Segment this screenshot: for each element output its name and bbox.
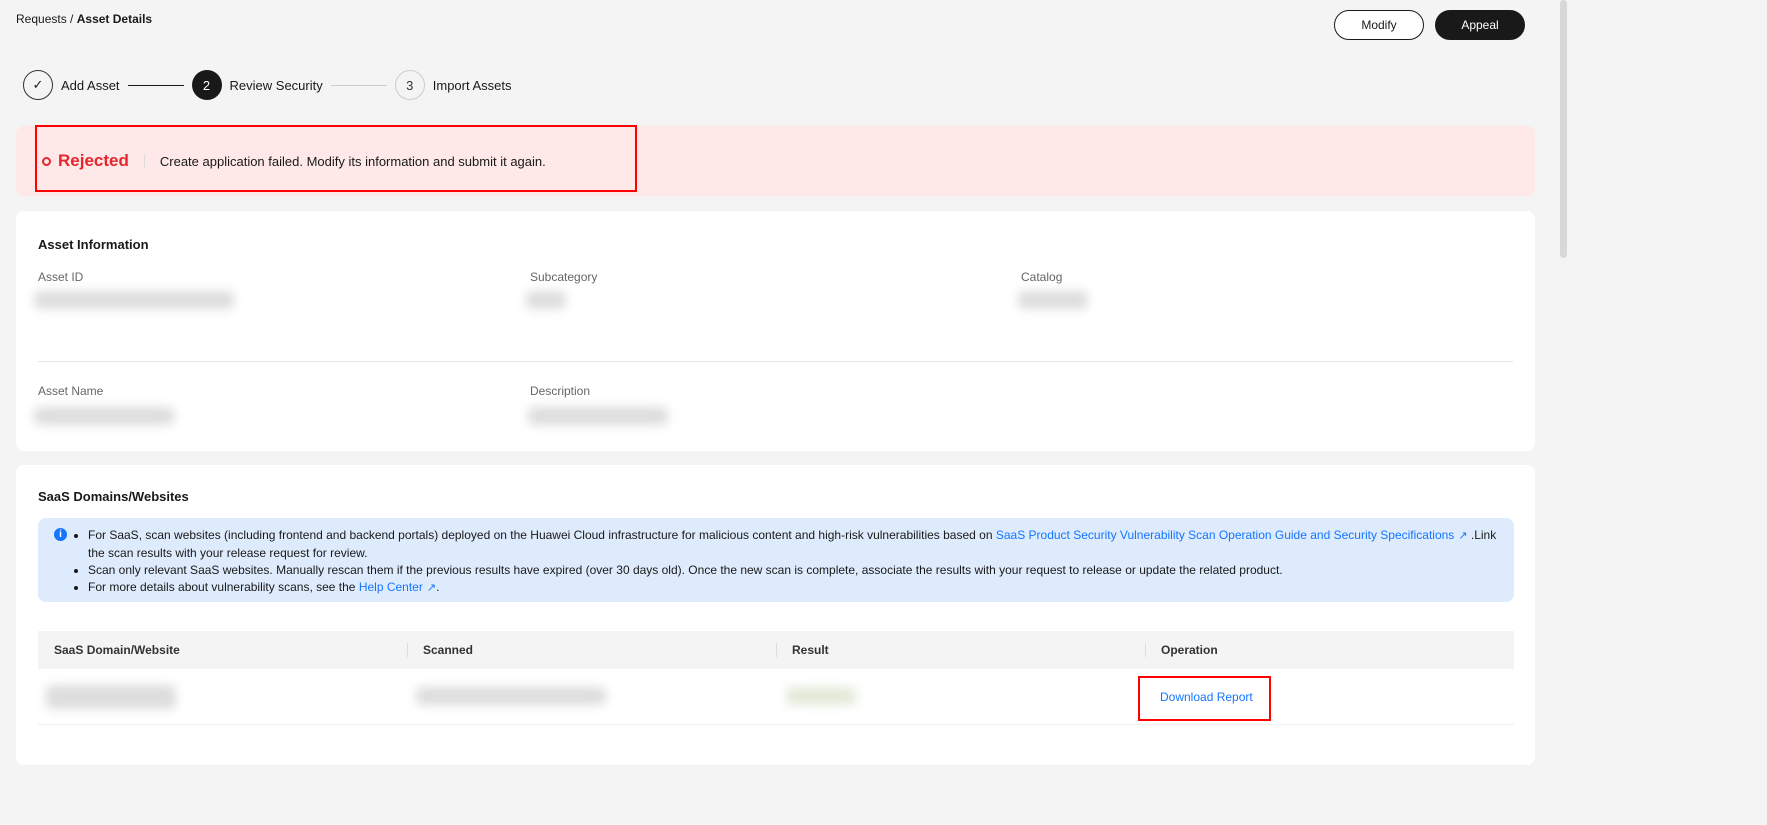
external-link-icon: ↗ xyxy=(426,582,437,594)
divider xyxy=(38,361,1513,362)
table-row: Download Report xyxy=(38,669,1514,725)
step-connector xyxy=(127,84,184,86)
note-item: Scan only relevant SaaS websites. Manual… xyxy=(88,562,1502,579)
breadcrumb-requests-link[interactable]: Requests xyxy=(16,12,67,26)
step-add-asset: Add Asset xyxy=(61,77,120,93)
asset-information-card: Asset Information Asset ID Subcategory C… xyxy=(16,211,1535,451)
scan-guide-link[interactable]: SaaS Product Security Vulnerability Scan… xyxy=(996,528,1454,542)
domain-value xyxy=(46,685,176,709)
asset-name-label: Asset Name xyxy=(38,384,104,398)
note-item: For more details about vulnerability sca… xyxy=(88,579,1502,597)
column-header-operation: Operation xyxy=(1145,643,1514,657)
catalog-value xyxy=(1018,291,1088,309)
scrollbar[interactable] xyxy=(1560,0,1567,258)
catalog-label: Catalog xyxy=(1021,270,1063,284)
section-title: SaaS Domains/Websites xyxy=(38,489,189,504)
breadcrumb: Requests / Asset Details xyxy=(16,12,152,26)
step-import-assets: Import Assets xyxy=(432,77,512,93)
description-label: Description xyxy=(530,384,591,398)
stepper: ✓ Add Asset 2 Review Security 3 Import A… xyxy=(23,70,512,100)
column-header-scanned: Scanned xyxy=(407,643,776,657)
subcategory-label: Subcategory xyxy=(530,270,598,284)
table-header: SaaS Domain/Website Scanned Result Opera… xyxy=(38,631,1514,669)
result-value xyxy=(786,687,856,705)
step-number-2: 2 xyxy=(191,70,222,100)
status-message: Create application failed. Modify its in… xyxy=(159,153,546,169)
section-title: Asset Information xyxy=(38,237,149,252)
status-badge: Rejected xyxy=(58,151,129,170)
breadcrumb-separator: / xyxy=(70,12,74,26)
modify-button[interactable]: Modify xyxy=(1334,10,1424,40)
asset-id-label: Asset ID xyxy=(38,270,84,284)
step-connector xyxy=(330,84,387,86)
column-header-domain: SaaS Domain/Website xyxy=(54,643,180,657)
subcategory-value xyxy=(526,291,566,309)
step-number-3: 3 xyxy=(394,70,425,100)
status-dot-icon xyxy=(42,156,51,166)
divider xyxy=(143,154,145,168)
breadcrumb-current: Asset Details xyxy=(76,12,153,26)
appeal-button[interactable]: Appeal xyxy=(1435,10,1525,40)
external-link-icon: ↗ xyxy=(1458,530,1468,542)
asset-id-value xyxy=(34,291,234,309)
description-value xyxy=(528,407,668,425)
step-review-security: Review Security xyxy=(229,77,323,93)
asset-name-value xyxy=(34,407,174,425)
column-header-result: Result xyxy=(776,643,1145,657)
help-center-link[interactable]: Help Center xyxy=(359,580,423,594)
note-item: For SaaS, scan websites (including front… xyxy=(88,527,1502,562)
saas-domains-card: SaaS Domains/Websites i For SaaS, scan w… xyxy=(16,465,1535,765)
info-icon: i xyxy=(54,528,67,541)
info-notice: i For SaaS, scan websites (including fro… xyxy=(38,518,1514,602)
scanned-value xyxy=(416,687,606,705)
check-icon: ✓ xyxy=(23,70,53,100)
status-banner: Rejected Create application failed. Modi… xyxy=(16,126,1535,196)
download-report-link[interactable]: Download Report xyxy=(1160,690,1253,704)
